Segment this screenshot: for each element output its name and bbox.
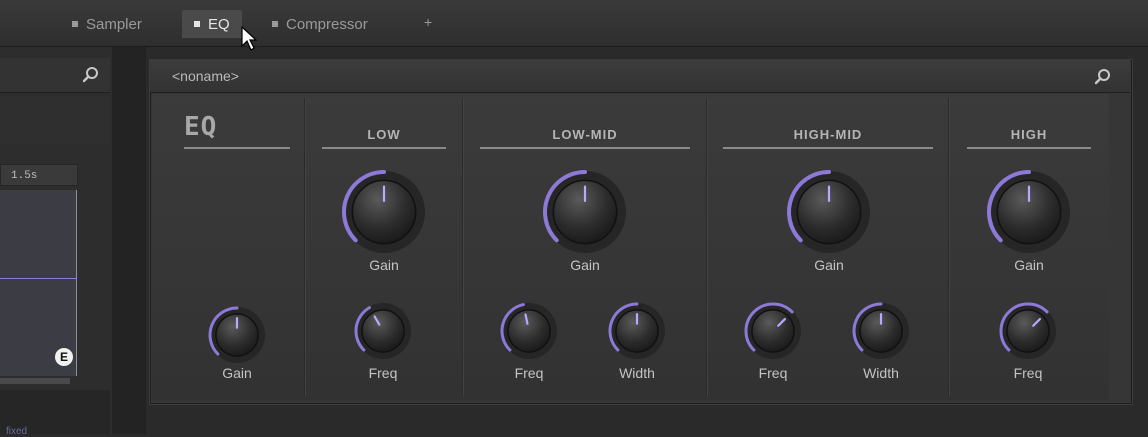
section-divider (462, 98, 463, 396)
tab-compressor[interactable]: Compressor (272, 10, 368, 38)
panel-divider (112, 47, 146, 434)
horizontal-scrollbar[interactable] (0, 378, 70, 384)
slot-square-icon (272, 21, 278, 27)
add-tab-button[interactable]: + (424, 14, 432, 30)
high-gain-label: Gain (1014, 257, 1044, 273)
high-mid-width-label: Width (863, 365, 899, 381)
section-underline (322, 147, 446, 149)
tab-sampler[interactable]: Sampler (72, 10, 142, 38)
low-gain-knob[interactable] (340, 168, 428, 256)
title-underline (184, 147, 290, 149)
slot-square-icon (194, 21, 200, 27)
high-mid-freq-label: Freq (758, 365, 788, 381)
section-underline (967, 147, 1091, 149)
high-freq-label: Freq (1013, 365, 1043, 381)
low-freq-label: Freq (368, 365, 398, 381)
preset-name[interactable]: <noname> (172, 68, 239, 84)
section-title-high-mid: HIGH-MID (793, 127, 863, 142)
search-icon[interactable] (82, 66, 100, 84)
section-divider (706, 98, 707, 396)
section-divider (304, 98, 305, 396)
high-freq-knob[interactable] (997, 300, 1059, 362)
section-underline (480, 147, 690, 149)
low-mid-gain-knob[interactable] (541, 168, 629, 256)
bottom-link[interactable]: fixed (6, 426, 27, 437)
low-mid-gain-label: Gain (570, 257, 600, 273)
section-divider (948, 98, 949, 396)
low-mid-width-knob[interactable] (606, 300, 668, 362)
envelope-line (0, 278, 76, 279)
master-gain-label: Gain (222, 365, 252, 381)
low-mid-freq-knob[interactable] (498, 300, 560, 362)
mouse-cursor-icon (241, 26, 258, 51)
high-mid-freq-knob[interactable] (742, 300, 804, 362)
section-title-low-mid: LOW-MID (552, 127, 618, 142)
low-mid-width-label: Width (619, 365, 655, 381)
eq-title: EQ (184, 112, 218, 142)
high-gain-knob[interactable] (985, 168, 1073, 256)
high-mid-width-knob[interactable] (850, 300, 912, 362)
section-title-high: HIGH (1010, 127, 1048, 142)
master-gain-knob[interactable] (206, 304, 268, 366)
high-mid-gain-knob[interactable] (785, 168, 873, 256)
high-mid-gain-label: Gain (814, 257, 844, 273)
section-underline (723, 147, 933, 149)
low-mid-freq-label: Freq (514, 365, 544, 381)
time-label: 1.5s (0, 164, 78, 186)
left-toolbar (0, 96, 110, 144)
low-gain-label: Gain (369, 257, 399, 273)
envelope-badge[interactable]: E (55, 348, 73, 366)
section-title-low: LOW (367, 127, 401, 142)
slot-square-icon (72, 21, 78, 27)
preset-bar[interactable] (150, 60, 1130, 93)
low-freq-knob[interactable] (352, 300, 414, 362)
tab-bar (0, 0, 1148, 47)
preset-search-icon[interactable] (1094, 68, 1112, 86)
left-bottom-area: fixed (0, 390, 110, 437)
tab-eq[interactable]: EQ (182, 10, 242, 38)
